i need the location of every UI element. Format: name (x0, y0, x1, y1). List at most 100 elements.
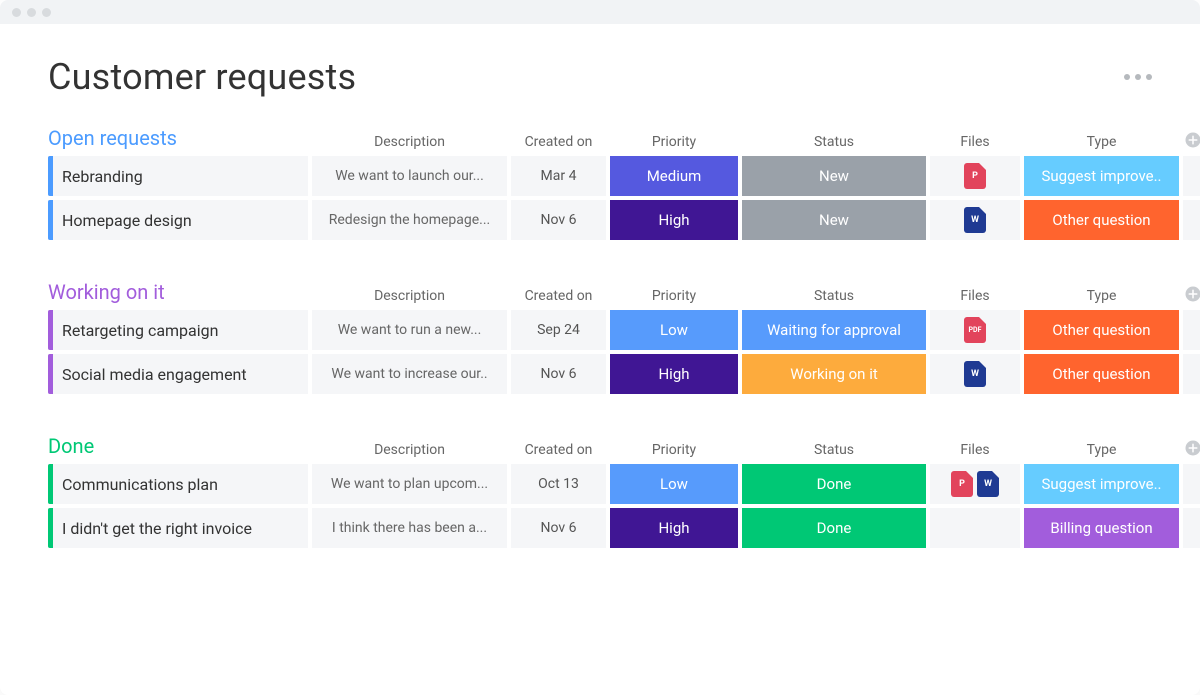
group-title[interactable]: Open requests (48, 126, 308, 150)
app-window: Customer requests Open requestsDescripti… (0, 0, 1200, 695)
w-file-icon[interactable]: W (977, 471, 999, 497)
add-column-button[interactable] (1183, 130, 1200, 150)
created-on-cell[interactable]: Mar 4 (511, 156, 606, 196)
item-name-cell[interactable]: Homepage design (48, 200, 308, 240)
files-cell[interactable]: PW (930, 464, 1020, 504)
column-header-description[interactable]: Description (312, 288, 507, 304)
files-cell[interactable]: W (930, 200, 1020, 240)
traffic-light-dot (12, 8, 21, 17)
files-cell[interactable]: P (930, 156, 1020, 196)
files-cell[interactable]: PDF (930, 310, 1020, 350)
column-header-priority[interactable]: Priority (610, 442, 738, 458)
item-name-cell[interactable]: Communications plan (48, 464, 308, 504)
plus-icon (1184, 439, 1200, 457)
group: DoneDescriptionCreated onPriorityStatusF… (48, 434, 1152, 548)
row-end-cell (1183, 464, 1200, 504)
traffic-light-dot (27, 8, 36, 17)
row-end-cell (1183, 310, 1200, 350)
column-header-created[interactable]: Created on (511, 442, 606, 458)
add-column-button[interactable] (1183, 438, 1200, 458)
group-header: DoneDescriptionCreated onPriorityStatusF… (48, 434, 1152, 458)
pdf-file-icon[interactable]: PDF (964, 317, 986, 343)
status-cell[interactable]: New (742, 156, 926, 196)
column-header-description[interactable]: Description (312, 134, 507, 150)
column-header-created[interactable]: Created on (511, 134, 606, 150)
description-cell[interactable]: I think there has been a... (312, 508, 507, 548)
table-row[interactable]: Retargeting campaignWe want to run a new… (48, 310, 1152, 350)
status-cell[interactable]: New (742, 200, 926, 240)
description-cell[interactable]: We want to run a new... (312, 310, 507, 350)
description-cell[interactable]: We want to launch our... (312, 156, 507, 196)
item-name-cell[interactable]: Social media engagement (48, 354, 308, 394)
page-header: Customer requests (48, 56, 1152, 98)
group-header: Working on itDescriptionCreated onPriori… (48, 280, 1152, 304)
p-file-icon[interactable]: P (951, 471, 973, 497)
column-header-files[interactable]: Files (930, 288, 1020, 304)
table-row[interactable]: Communications planWe want to plan upcom… (48, 464, 1152, 504)
column-header-status[interactable]: Status (742, 442, 926, 458)
status-cell[interactable]: Done (742, 464, 926, 504)
files-cell[interactable]: W (930, 354, 1020, 394)
created-on-cell[interactable]: Nov 6 (511, 200, 606, 240)
column-header-status[interactable]: Status (742, 288, 926, 304)
type-cell[interactable]: Suggest improve.. (1024, 156, 1179, 196)
type-cell[interactable]: Other question (1024, 200, 1179, 240)
column-header-type[interactable]: Type (1024, 134, 1179, 150)
status-cell[interactable]: Working on it (742, 354, 926, 394)
type-cell[interactable]: Suggest improve.. (1024, 464, 1179, 504)
page-title: Customer requests (48, 56, 356, 98)
status-cell[interactable]: Waiting for approval (742, 310, 926, 350)
created-on-cell[interactable]: Oct 13 (511, 464, 606, 504)
status-cell[interactable]: Done (742, 508, 926, 548)
column-header-priority[interactable]: Priority (610, 288, 738, 304)
column-header-status[interactable]: Status (742, 134, 926, 150)
group: Working on itDescriptionCreated onPriori… (48, 280, 1152, 394)
priority-cell[interactable]: High (610, 200, 738, 240)
add-column-button[interactable] (1183, 284, 1200, 304)
item-name-cell[interactable]: I didn't get the right invoice (48, 508, 308, 548)
more-menu-button[interactable] (1124, 74, 1152, 80)
board-content: Customer requests Open requestsDescripti… (0, 24, 1200, 612)
description-cell[interactable]: Redesign the homepage... (312, 200, 507, 240)
column-header-created[interactable]: Created on (511, 288, 606, 304)
row-end-cell (1183, 200, 1200, 240)
priority-cell[interactable]: High (610, 508, 738, 548)
column-header-description[interactable]: Description (312, 442, 507, 458)
column-header-type[interactable]: Type (1024, 288, 1179, 304)
group-title[interactable]: Done (48, 434, 308, 458)
priority-cell[interactable]: Low (610, 464, 738, 504)
column-header-files[interactable]: Files (930, 442, 1020, 458)
type-cell[interactable]: Other question (1024, 310, 1179, 350)
table-row[interactable]: I didn't get the right invoiceI think th… (48, 508, 1152, 548)
plus-icon (1184, 285, 1200, 303)
description-cell[interactable]: We want to increase our.. (312, 354, 507, 394)
created-on-cell[interactable]: Nov 6 (511, 354, 606, 394)
item-name-cell[interactable]: Retargeting campaign (48, 310, 308, 350)
row-end-cell (1183, 508, 1200, 548)
item-name-cell[interactable]: Rebranding (48, 156, 308, 196)
table-row[interactable]: RebrandingWe want to launch our...Mar 4M… (48, 156, 1152, 196)
row-end-cell (1183, 354, 1200, 394)
w-file-icon[interactable]: W (964, 207, 986, 233)
group-header: Open requestsDescriptionCreated onPriori… (48, 126, 1152, 150)
column-header-files[interactable]: Files (930, 134, 1020, 150)
description-cell[interactable]: We want to plan upcom... (312, 464, 507, 504)
table-row[interactable]: Social media engagementWe want to increa… (48, 354, 1152, 394)
column-header-priority[interactable]: Priority (610, 134, 738, 150)
priority-cell[interactable]: High (610, 354, 738, 394)
type-cell[interactable]: Other question (1024, 354, 1179, 394)
table-row[interactable]: Homepage designRedesign the homepage...N… (48, 200, 1152, 240)
created-on-cell[interactable]: Nov 6 (511, 508, 606, 548)
files-cell[interactable] (930, 508, 1020, 548)
w-file-icon[interactable]: W (964, 361, 986, 387)
p-file-icon[interactable]: P (964, 163, 986, 189)
priority-cell[interactable]: Low (610, 310, 738, 350)
priority-cell[interactable]: Medium (610, 156, 738, 196)
plus-icon (1184, 131, 1200, 149)
type-cell[interactable]: Billing question (1024, 508, 1179, 548)
created-on-cell[interactable]: Sep 24 (511, 310, 606, 350)
group-title[interactable]: Working on it (48, 280, 308, 304)
column-header-type[interactable]: Type (1024, 442, 1179, 458)
traffic-light-dot (42, 8, 51, 17)
window-titlebar (0, 0, 1200, 24)
